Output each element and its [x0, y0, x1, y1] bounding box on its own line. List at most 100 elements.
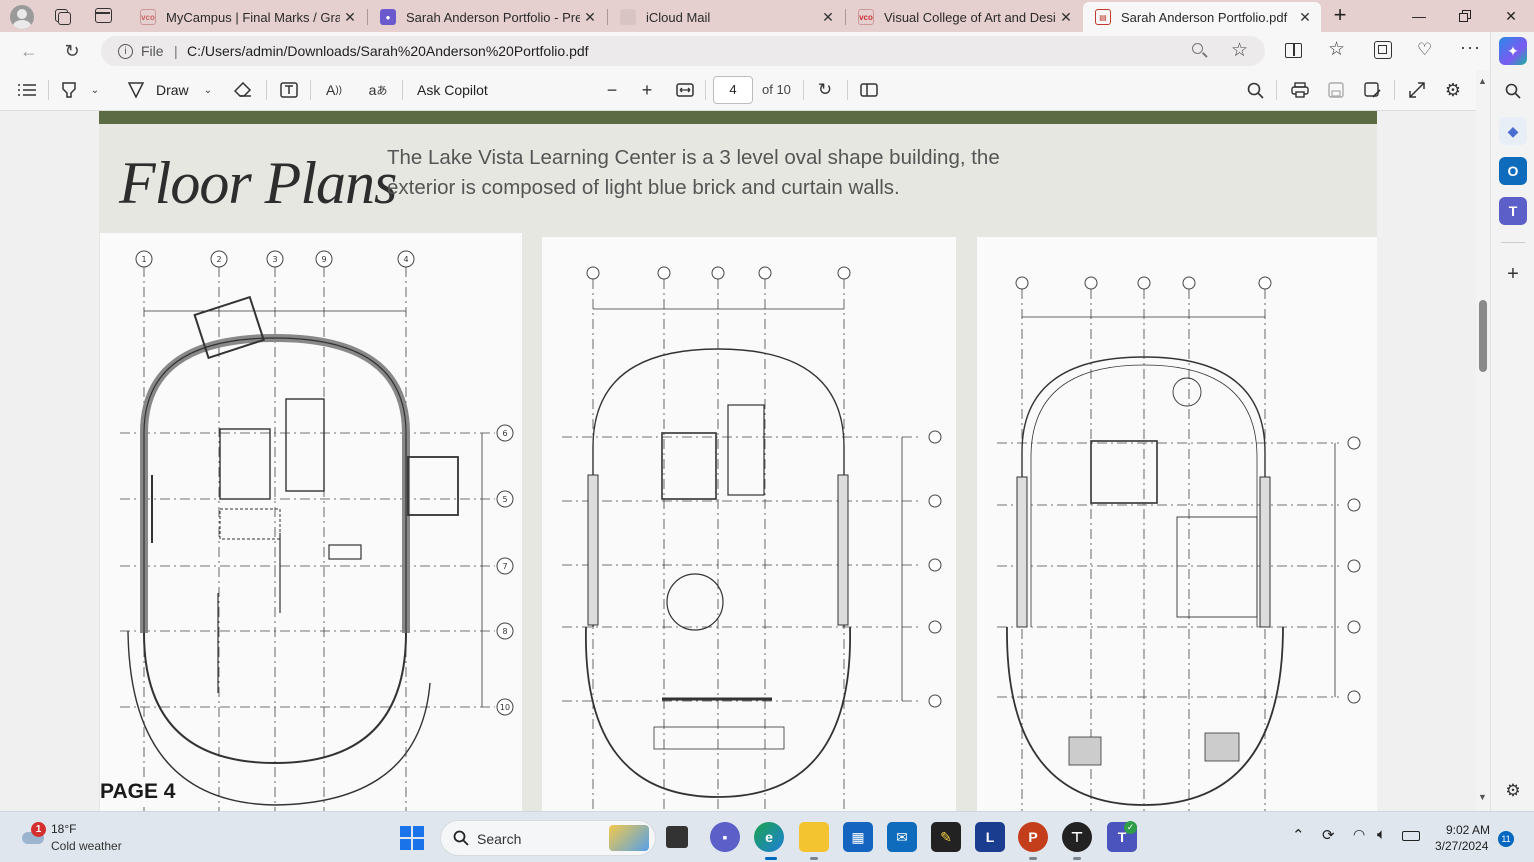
close-tab-icon[interactable]: ✕ [1295, 9, 1315, 26]
save-as-icon[interactable] [1361, 78, 1383, 102]
back-button[interactable]: ← [14, 36, 44, 66]
grid-label: 3 [272, 255, 277, 264]
tab-actions-icon[interactable] [95, 8, 112, 23]
find-icon[interactable] [1244, 78, 1266, 102]
highlight-icon[interactable] [58, 78, 80, 102]
restore-button[interactable] [1442, 0, 1488, 32]
windows-start-icon[interactable] [400, 826, 424, 850]
wifi-icon[interactable]: ◠ [1353, 826, 1365, 843]
tab-visual-college[interactable]: vco Visual College of Art and Design ✕ [846, 2, 1082, 32]
text-box-icon[interactable] [278, 78, 300, 102]
scheme-label: File [141, 43, 164, 59]
battery-icon[interactable] [1402, 831, 1420, 841]
check-badge-icon: ✓ [1124, 821, 1137, 834]
volume-icon[interactable]: 🔈︎ [1377, 826, 1386, 843]
workspaces-icon[interactable] [52, 7, 72, 25]
settings-gear-icon[interactable]: ⚙ [1442, 78, 1464, 102]
weather-widget[interactable]: 1 18°F Cold weather [20, 820, 170, 856]
page-number-input[interactable]: 4 [713, 76, 753, 104]
refresh-button[interactable]: ↻ [57, 36, 87, 66]
contents-icon[interactable] [16, 78, 38, 102]
tab-title: Sarah Anderson Portfolio - Prese [406, 9, 580, 25]
scroll-up-arrow[interactable]: ▲ [1478, 76, 1487, 86]
chevron-down-icon[interactable]: ⌄ [201, 78, 215, 102]
eraser-icon[interactable] [232, 78, 254, 102]
profile-avatar[interactable] [10, 5, 34, 29]
vco-icon: vco [140, 9, 156, 25]
copilot-icon[interactable]: ✦ [1499, 37, 1527, 65]
floor-plan-level-2 [542, 237, 956, 811]
vertical-scrollbar[interactable]: ▲ ▼ [1476, 70, 1490, 811]
close-tab-icon[interactable]: ✕ [818, 9, 838, 26]
edge-sidebar: ✦ ◆ O T + ⚙ [1490, 32, 1534, 811]
address-bar[interactable]: i File | C:/Users/admin/Downloads/Sarah%… [101, 36, 1265, 66]
info-icon[interactable]: i [118, 44, 133, 59]
page-view-icon[interactable] [858, 78, 880, 102]
save-icon[interactable] [1325, 78, 1347, 102]
translate-icon[interactable]: aあ [366, 78, 390, 102]
ask-copilot-button[interactable]: Ask Copilot [417, 82, 488, 98]
zoom-out-icon[interactable]: − [602, 78, 622, 102]
tab-mycampus[interactable]: vco MyCampus | Final Marks / Grade ✕ [128, 2, 366, 32]
scroll-thumb[interactable] [1479, 300, 1487, 372]
close-tab-icon[interactable]: ✕ [580, 9, 600, 26]
file-explorer-icon[interactable] [799, 822, 829, 852]
teams-icon[interactable]: T [1499, 197, 1527, 225]
fullscreen-icon[interactable] [1406, 78, 1428, 102]
sidebar-settings-icon[interactable]: ⚙ [1499, 777, 1527, 805]
notification-badge[interactable]: 11 [1498, 831, 1514, 847]
weather-description: Cold weather [51, 839, 122, 853]
tab-portfolio-presentation[interactable]: ● Sarah Anderson Portfolio - Prese ✕ [368, 2, 606, 32]
close-window-button[interactable]: ✕ [1488, 0, 1534, 32]
powerpoint-icon[interactable]: P [1018, 822, 1048, 852]
pinned-app-icon[interactable]: ⊤ [1062, 822, 1092, 852]
draw-icon[interactable] [125, 78, 147, 102]
rotate-icon[interactable]: ↻ [814, 78, 836, 102]
close-tab-icon[interactable]: ✕ [340, 9, 360, 26]
grid-label: 10 [500, 703, 510, 712]
chat-icon[interactable]: ▪ [710, 822, 740, 852]
scroll-down-arrow[interactable]: ▼ [1478, 792, 1487, 802]
tab-icloud-mail[interactable]: iCloud Mail ✕ [608, 2, 844, 32]
microsoft-store-icon[interactable]: ▦ [843, 822, 873, 852]
search-placeholder: Search [477, 831, 522, 847]
clock-time[interactable]: 9:02 AM [1446, 823, 1490, 837]
discover-icon[interactable]: ◆ [1499, 117, 1527, 145]
page-total-label: of 10 [762, 82, 791, 97]
edge-browser-icon[interactable]: e [754, 822, 784, 852]
minimize-button[interactable]: — [1396, 0, 1442, 32]
pdf-page: Floor Plans The Lake Vista Learning Cent… [99, 111, 1377, 811]
read-aloud-icon[interactable]: A)) [322, 78, 346, 102]
close-tab-icon[interactable]: ✕ [1056, 9, 1076, 26]
add-sidebar-app-icon[interactable]: + [1499, 260, 1527, 288]
mail-icon[interactable]: ✉ [887, 822, 917, 852]
print-icon[interactable] [1289, 78, 1311, 102]
sync-icon[interactable]: ⟳ [1322, 826, 1335, 844]
favorites-icon[interactable]: ☆ [1328, 38, 1345, 61]
fit-to-width-icon[interactable] [674, 78, 696, 102]
split-screen-icon[interactable] [1285, 43, 1302, 58]
outlook-icon[interactable]: O [1499, 157, 1527, 185]
zoom-icon[interactable] [1191, 42, 1209, 60]
show-hidden-icons-chevron[interactable]: ⌃ [1292, 826, 1305, 844]
new-tab-button[interactable]: + [1328, 4, 1352, 28]
url-text[interactable]: C:/Users/admin/Downloads/Sarah%20Anderso… [187, 43, 589, 59]
collections-icon[interactable] [1374, 41, 1392, 59]
more-options-icon[interactable]: ··· [1460, 37, 1481, 58]
learning-app-icon[interactable]: L [975, 822, 1005, 852]
zoom-in-icon[interactable]: + [637, 78, 657, 102]
tab-portfolio-pdf[interactable]: ▤ Sarah Anderson Portfolio.pdf ✕ [1083, 2, 1321, 32]
draw-label[interactable]: Draw [156, 82, 189, 98]
floor-plan-level-1: 1 2 3 9 4 6 5 7 8 10 [100, 233, 522, 811]
clock-date[interactable]: 3/27/2024 [1435, 839, 1488, 853]
search-icon[interactable] [1499, 77, 1527, 105]
taskbar-search[interactable]: Search [440, 820, 656, 856]
tab-title: Visual College of Art and Design [884, 9, 1056, 25]
task-view-icon[interactable] [666, 826, 688, 848]
sticky-notes-icon[interactable]: ✎ [931, 822, 961, 852]
document-viewer[interactable]: Floor Plans The Lake Vista Learning Cent… [0, 111, 1476, 811]
chevron-down-icon[interactable]: ⌄ [88, 78, 102, 102]
weather-temperature: 18°F [51, 822, 77, 836]
browser-essentials-icon[interactable]: ♡ [1417, 40, 1432, 60]
favorite-star-icon[interactable]: ☆ [1231, 39, 1248, 62]
